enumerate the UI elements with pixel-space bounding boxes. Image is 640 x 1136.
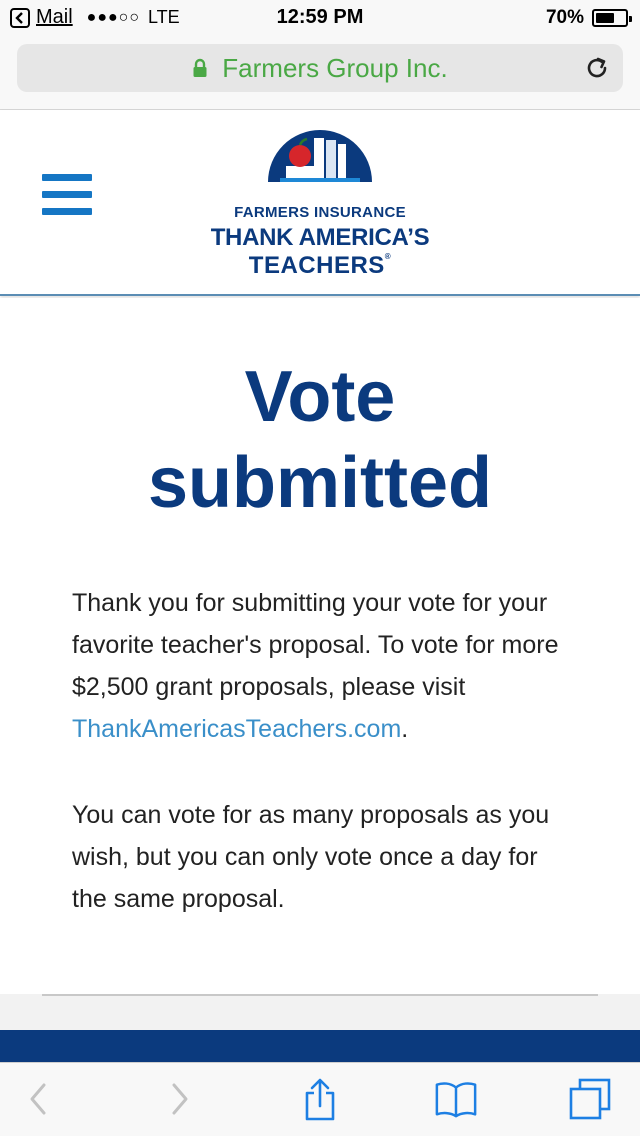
bookmarks-icon[interactable]	[434, 1077, 478, 1121]
menu-bar	[42, 174, 92, 181]
url-display[interactable]: Farmers Group Inc.	[17, 44, 623, 92]
page-title-line2: submitted	[147, 443, 492, 523]
clock: 12:59 PM	[276, 6, 364, 28]
footer-spacer	[0, 994, 640, 1030]
voting-rules-paragraph: You can vote for as many proposals as yo…	[72, 801, 550, 913]
thank-you-paragraph: Thank you for submitting your vote for y…	[72, 582, 572, 750]
main-content: Vote submitted Thank you for submitting …	[0, 298, 640, 994]
page-title: Vote submitted	[0, 354, 640, 526]
site-link[interactable]: ThankAmericasTeachers.com	[72, 715, 401, 743]
page-title-line1: Vote	[244, 357, 396, 437]
reload-icon[interactable]	[583, 54, 611, 82]
browser-address-area: Farmers Group Inc.	[0, 36, 640, 110]
address-bar[interactable]: Farmers Group Inc.	[17, 44, 623, 92]
status-bar: Mail ●●●○○ LTE 12:59 PM 70%	[0, 0, 640, 36]
thank-you-text: Thank you for submitting your vote for y…	[72, 589, 559, 701]
logo-line-thank-americas: THANK AMERICA’S	[210, 224, 430, 251]
site-footer	[0, 1030, 640, 1062]
menu-bar	[42, 191, 92, 198]
menu-icon[interactable]	[42, 174, 92, 218]
divider	[42, 994, 598, 996]
site-header: FARMERS INSURANCE THANK AMERICA’S TEACHE…	[0, 110, 640, 296]
logo-line-teachers-text: TEACHERS	[248, 252, 385, 279]
forward-icon[interactable]	[158, 1077, 202, 1121]
logo-line-teachers: TEACHERS®	[200, 252, 440, 280]
back-icon[interactable]	[16, 1077, 60, 1121]
lock-icon	[193, 58, 207, 77]
browser-toolbar	[0, 1062, 640, 1136]
battery-percent: 70%	[545, 7, 584, 28]
site-name: Farmers Group Inc.	[222, 52, 448, 83]
battery-icon	[592, 9, 632, 27]
logo-line-farmers-insurance: FARMERS INSURANCE	[234, 204, 406, 221]
tabs-icon[interactable]	[568, 1077, 612, 1121]
menu-bar	[42, 208, 92, 215]
registered-mark: ®	[384, 252, 392, 261]
status-right: 70%	[545, 7, 632, 29]
site-logo[interactable]: FARMERS INSURANCE THANK AMERICA’S TEACHE…	[200, 124, 440, 284]
share-icon[interactable]	[298, 1077, 342, 1121]
logo-emblem-icon	[268, 130, 372, 182]
thank-you-period: .	[401, 715, 409, 743]
battery-level	[596, 13, 615, 23]
battery-cap	[629, 16, 632, 22]
